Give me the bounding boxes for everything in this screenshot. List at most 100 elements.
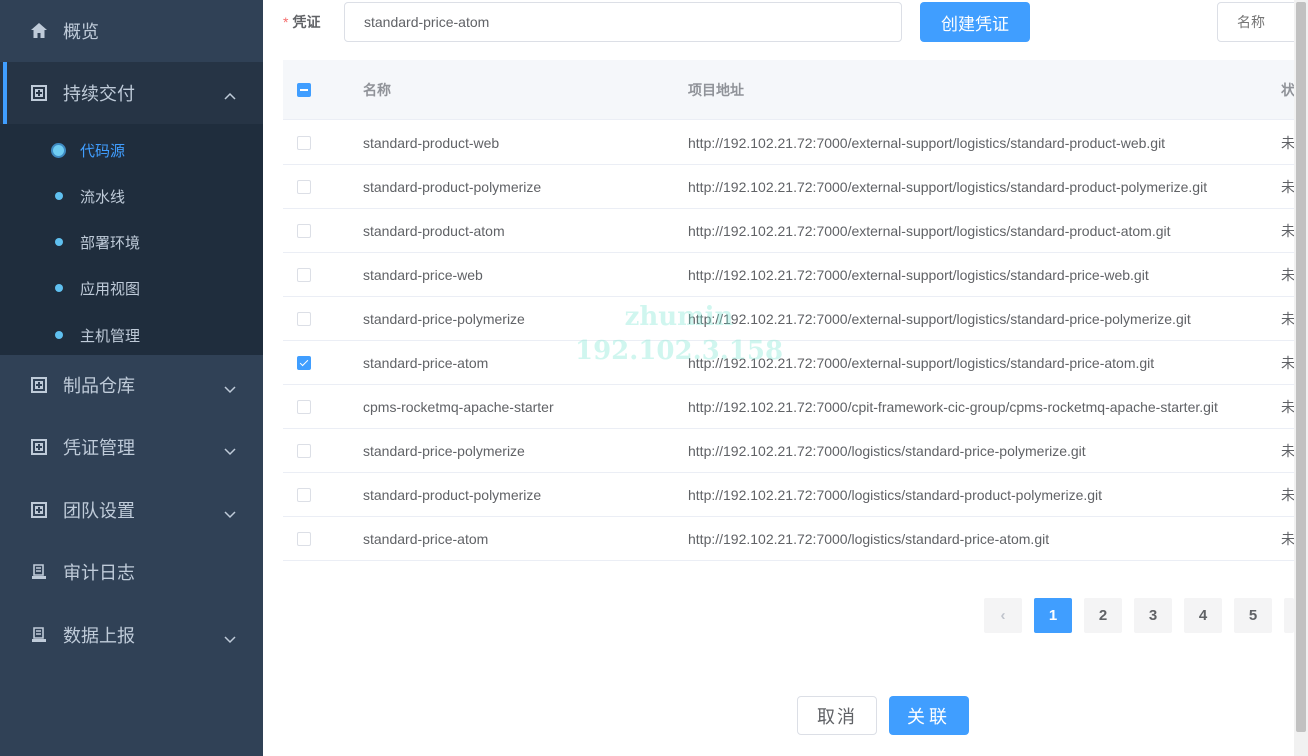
- dot-icon: [55, 284, 63, 292]
- table-row[interactable]: standard-price-atom http://192.102.21.72:…: [283, 341, 1308, 385]
- home-icon: [30, 22, 48, 40]
- pagination-next-partial[interactable]: [1284, 598, 1294, 633]
- table-row[interactable]: cpms-rocketmq-apache-starter http://192.1…: [283, 385, 1308, 429]
- grid-icon: [30, 84, 48, 102]
- repo-status: 未: [1281, 442, 1295, 459]
- grid-icon: [30, 501, 48, 519]
- repo-url: http://192.102.21.72:7000/external-suppo…: [688, 178, 1208, 195]
- repo-url: http://192.102.21.72:7000/external-suppo…: [688, 222, 1171, 239]
- pagination-page-3[interactable]: 3: [1134, 598, 1172, 633]
- row-checkbox[interactable]: [297, 531, 311, 546]
- row-checkbox[interactable]: [297, 399, 311, 414]
- row-checkbox[interactable]: [297, 135, 311, 150]
- sidebar-subitem-pipeline[interactable]: 流水线: [0, 173, 263, 219]
- document-icon: [30, 563, 48, 581]
- chevron-down-icon: [224, 504, 236, 519]
- sidebar-subitem-label: 主机管理: [80, 327, 141, 345]
- sidebar-subitem-host-management[interactable]: 主机管理: [0, 312, 263, 358]
- document-icon: [30, 626, 48, 644]
- dot-icon: [53, 144, 64, 156]
- repo-name: cpms-rocketmq-apache-starter: [363, 398, 554, 415]
- sidebar-subitem-label: 应用视图: [80, 280, 141, 298]
- chevron-down-icon: [224, 629, 236, 644]
- table-row[interactable]: standard-price-atom http://192.102.21.72:…: [283, 517, 1308, 561]
- submenu: 代码源 流水线 部署环境 应用视图 主机管理: [0, 124, 263, 355]
- repo-status: 未: [1281, 398, 1295, 415]
- sidebar-item-team-settings[interactable]: 团队设置: [0, 479, 263, 541]
- sidebar-item-label: 凭证管理: [63, 438, 135, 458]
- row-checkbox[interactable]: [297, 487, 311, 502]
- sidebar-item-overview[interactable]: 概览: [0, 0, 263, 62]
- pagination-page-1[interactable]: 1: [1034, 598, 1072, 633]
- sidebar-item-data-report[interactable]: 数据上报: [0, 604, 263, 666]
- table-row[interactable]: standard-price-polymerize http://192.102.…: [283, 429, 1308, 473]
- repo-status: 未: [1281, 266, 1295, 283]
- sidebar-subitem-label: 代码源: [80, 142, 126, 160]
- row-checkbox[interactable]: [297, 443, 311, 458]
- grid-icon: [30, 438, 48, 456]
- sidebar-subitem-code-source[interactable]: 代码源: [0, 127, 263, 173]
- create-credential-button[interactable]: 创建凭证: [920, 2, 1030, 42]
- repo-url: http://192.102.21.72:7000/external-suppo…: [688, 134, 1166, 151]
- repo-url: http://192.102.21.72:7000/external-suppo…: [688, 310, 1191, 327]
- repo-name: standard-product-web: [363, 134, 500, 151]
- column-header-url: 项目地址: [688, 81, 744, 98]
- cancel-button[interactable]: 取消: [797, 696, 877, 735]
- table-row[interactable]: standard-product-atom http://192.102.21.7…: [283, 209, 1308, 253]
- dot-icon: [55, 238, 63, 246]
- repo-url: http://192.102.21.72:7000/logistics/stan…: [688, 530, 1050, 547]
- repo-name: standard-price-web: [363, 266, 483, 283]
- table-row[interactable]: standard-price-polymerize http://192.102.…: [283, 297, 1308, 341]
- repo-status: 未: [1281, 486, 1295, 503]
- sidebar-subitem-label: 部署环境: [80, 234, 141, 252]
- dot-icon: [55, 331, 63, 339]
- pagination-page-4[interactable]: 4: [1184, 598, 1222, 633]
- repo-status: 未: [1281, 178, 1295, 195]
- sidebar-item-audit-log[interactable]: 审计日志: [0, 541, 263, 603]
- column-header-status: 状: [1281, 81, 1295, 98]
- scrollbar[interactable]: [1294, 0, 1308, 756]
- repo-status: 未: [1281, 530, 1295, 547]
- pagination-page-5[interactable]: 5: [1234, 598, 1272, 633]
- repo-url: http://192.102.21.72:7000/logistics/stan…: [688, 442, 1086, 459]
- row-checkbox[interactable]: [297, 311, 311, 326]
- table-row[interactable]: standard-product-polymerize http://192.10…: [283, 165, 1308, 209]
- pagination-page-2[interactable]: 2: [1084, 598, 1122, 633]
- repo-name: standard-product-atom: [363, 222, 505, 239]
- repo-status: 未: [1281, 354, 1295, 371]
- sidebar-item-label: 审计日志: [63, 563, 135, 583]
- chevron-down-icon: [224, 441, 236, 456]
- sidebar-item-credential-management[interactable]: 凭证管理: [0, 416, 263, 478]
- sidebar-item-label: 制品仓库: [63, 376, 135, 396]
- sidebar-item-label: 持续交付: [63, 84, 135, 104]
- row-checkbox[interactable]: [297, 267, 311, 282]
- credential-label: * 凭证: [283, 14, 321, 30]
- associate-button[interactable]: 关联: [889, 696, 969, 735]
- required-mark: *: [283, 14, 289, 30]
- table-row[interactable]: standard-product-web http://192.102.21.72…: [283, 121, 1308, 165]
- sidebar-item-artifact-repo[interactable]: 制品仓库: [0, 354, 263, 416]
- sidebar-subitem-deploy-env[interactable]: 部署环境: [0, 219, 263, 265]
- grid-icon: [30, 376, 48, 394]
- row-checkbox[interactable]: [297, 223, 311, 238]
- pagination-prev-button[interactable]: ‹: [984, 598, 1022, 633]
- sidebar-item-continuous-delivery[interactable]: 持续交付: [0, 62, 263, 124]
- sidebar-item-label: 数据上报: [63, 626, 135, 646]
- chevron-up-icon: [224, 87, 236, 100]
- repo-status: 未: [1281, 222, 1295, 239]
- repo-name: standard-price-atom: [363, 354, 489, 371]
- credential-input[interactable]: [344, 2, 902, 42]
- row-checkbox[interactable]: [297, 355, 311, 370]
- sidebar-item-label: 概览: [63, 22, 99, 42]
- select-all-checkbox[interactable]: [297, 82, 311, 97]
- table-header: 名称 项目地址 状: [283, 60, 1308, 120]
- sidebar-subitem-app-view[interactable]: 应用视图: [0, 265, 263, 311]
- row-checkbox[interactable]: [297, 179, 311, 194]
- table-row[interactable]: standard-price-web http://192.102.21.72:7…: [283, 253, 1308, 297]
- scrollbar-thumb[interactable]: [1296, 2, 1306, 732]
- repo-name: standard-price-polymerize: [363, 442, 525, 459]
- table-row[interactable]: standard-product-polymerize http://192.10…: [283, 473, 1308, 517]
- repo-name: standard-price-atom: [363, 530, 489, 547]
- repo-url: http://192.102.21.72:7000/external-suppo…: [688, 266, 1149, 283]
- repo-status: 未: [1281, 134, 1295, 151]
